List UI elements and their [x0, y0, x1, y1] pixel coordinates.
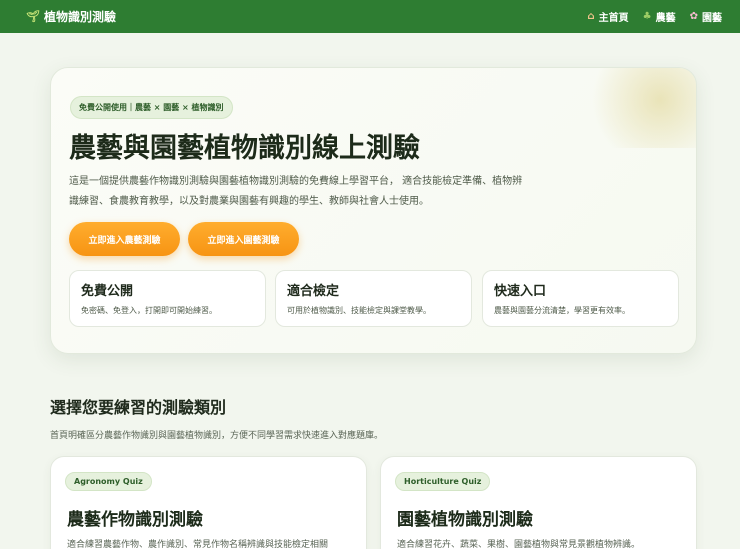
sprout-icon: 🌱︎	[26, 10, 40, 23]
top-header: 🌱︎ 植物識別測驗 ⌂ 主首頁 ♣ 農藝 ✿ 園藝	[0, 0, 740, 33]
quiz-desc: 適合練習花卉、蔬菜、果樹、園藝植物與常見景觀植物辨識。	[397, 540, 641, 549]
nav-item-label: 園藝	[702, 13, 722, 24]
feature-title: 免費公開	[81, 284, 134, 299]
hero-description: 這是一個提供農藝作物識別測驗與園藝植物識別測驗的免費線上學習平台， 適合技能檢定…	[69, 176, 523, 207]
quiz-desc: 適合練習農藝作物、農作識別、常見作物名稱辨識與技能檢定相關	[67, 540, 329, 549]
hero-card: 免費公開使用｜農藝 × 園藝 × 植物識別 農藝與園藝植物識別線上測驗 這是一個…	[50, 67, 697, 354]
feature-desc: 免密碼、免登入，打開即可開始練習。	[81, 306, 217, 315]
section-description: 首頁明確區分農藝作物識別與園藝植物識別，方便不同學習需求快速進入對應題庫。	[50, 431, 384, 441]
feature-card-free: 免費公開 免密碼、免登入，打開即可開始練習。	[69, 270, 266, 327]
quiz-title: 園藝植物識別測驗	[397, 510, 533, 530]
enter-horticulture-quiz-button[interactable]: 立即進入園藝測驗	[188, 222, 299, 256]
flower-icon: ✿	[689, 11, 698, 22]
farm-icon: ♣	[642, 11, 652, 22]
nav-item-horticulture[interactable]: ✿ 園藝	[690, 9, 722, 24]
house-icon: ⌂	[587, 11, 595, 22]
section-title: 選擇您要練習的測驗類別	[50, 398, 227, 417]
feature-card-quick: 快速入口 農藝與園藝分流清楚，學習更有效率。	[482, 270, 679, 327]
feature-desc: 農藝與園藝分流清楚，學習更有效率。	[494, 306, 630, 315]
feature-title: 快速入口	[494, 284, 547, 299]
decorative-glow	[576, 68, 696, 148]
quiz-title: 農藝作物識別測驗	[67, 510, 203, 530]
hero-title: 農藝與園藝植物識別線上測驗	[69, 133, 420, 164]
main-nav: ⌂ 主首頁 ♣ 農藝 ✿ 園藝	[587, 9, 722, 24]
horticulture-quiz-card[interactable]: Horticulture Quiz 園藝植物識別測驗 適合練習花卉、蔬菜、果樹、…	[380, 456, 697, 549]
feature-desc: 可用於植物識別、技能檢定與課堂教學。	[287, 306, 431, 315]
feature-title: 適合檢定	[287, 284, 340, 299]
brand-title: 植物識別測驗	[43, 10, 116, 24]
quiz-tag: Agronomy Quiz	[65, 472, 152, 491]
nav-item-home[interactable]: ⌂ 主首頁	[587, 9, 628, 24]
nav-item-agronomy[interactable]: ♣ 農藝	[643, 9, 676, 24]
nav-item-label: 主首頁	[598, 13, 629, 24]
nav-item-label: 農藝	[655, 13, 676, 24]
brand-logo[interactable]: 🌱︎ 植物識別測驗	[26, 8, 116, 25]
quiz-tag: Horticulture Quiz	[395, 472, 491, 491]
hero-badge: 免費公開使用｜農藝 × 園藝 × 植物識別	[70, 96, 233, 119]
feature-card-exam: 適合檢定 可用於植物識別、技能檢定與課堂教學。	[275, 270, 472, 327]
enter-agronomy-quiz-button[interactable]: 立即進入農藝測驗	[69, 222, 180, 256]
agronomy-quiz-card[interactable]: Agronomy Quiz 農藝作物識別測驗 適合練習農藝作物、農作識別、常見作…	[50, 456, 367, 549]
